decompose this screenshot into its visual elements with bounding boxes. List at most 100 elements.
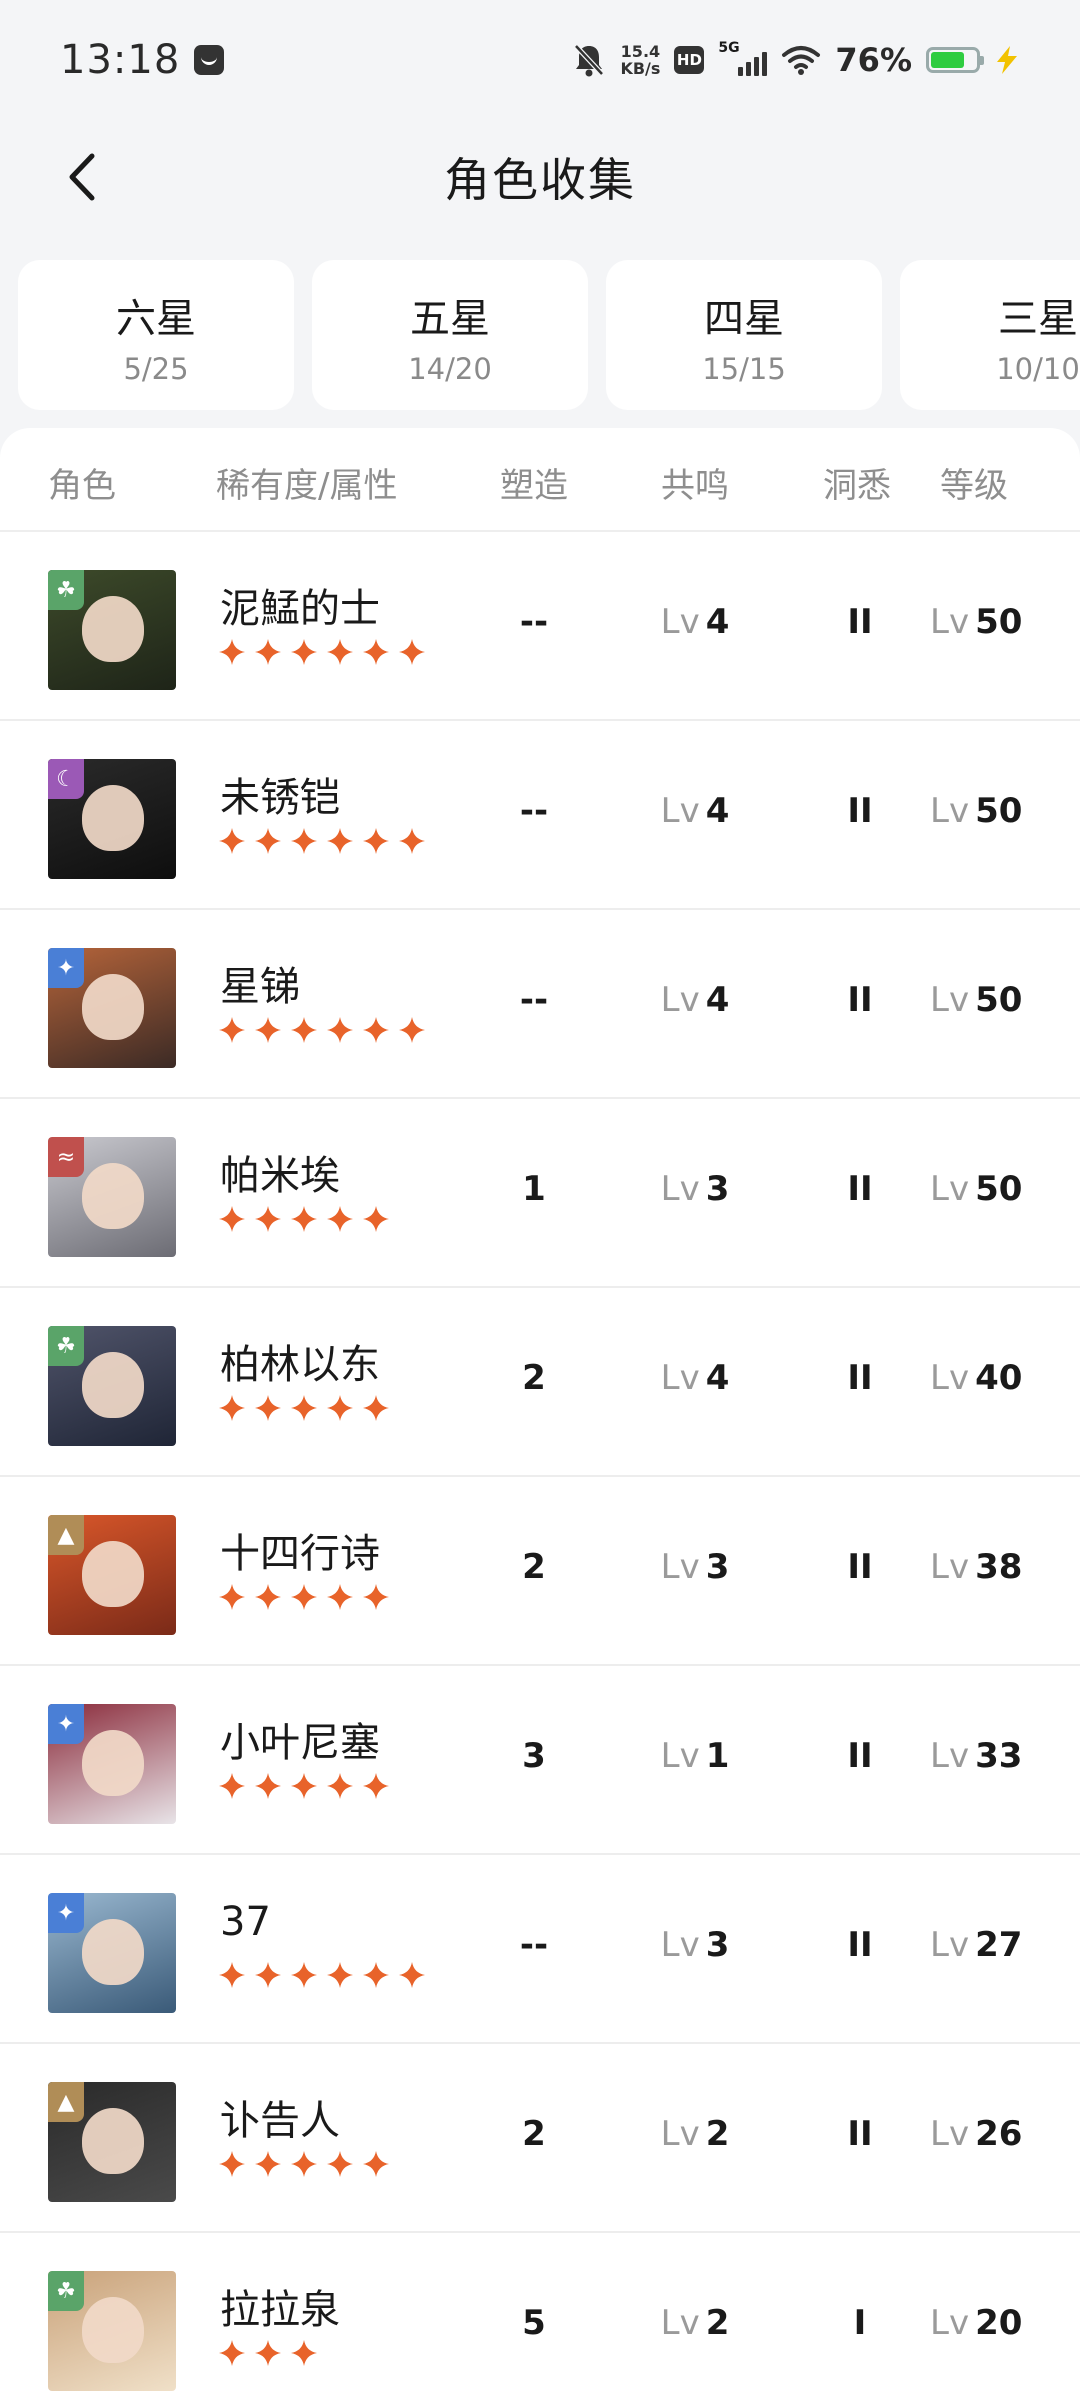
shaping-value: -- xyxy=(519,1925,549,1965)
star-icon xyxy=(399,1017,425,1043)
table-row[interactable]: ▲ 十四行诗 2 Lv 3 II Lv 38 xyxy=(0,1477,1080,1666)
star-icon xyxy=(255,1017,281,1043)
signal-label: 5G xyxy=(718,40,740,56)
net-speed-value: 15.4 xyxy=(620,42,661,61)
star-icon xyxy=(255,1206,281,1232)
star-icon xyxy=(255,2151,281,2177)
tab-count: 15/15 xyxy=(702,352,786,386)
character-name: 泥鯭的士 xyxy=(220,586,380,632)
rarity-stars xyxy=(218,1583,390,1611)
star-icon xyxy=(291,1395,317,1421)
star-icon xyxy=(363,1206,389,1232)
shaping-value: 2 xyxy=(522,1358,546,1398)
moon-icon: ☾ xyxy=(48,759,84,799)
tab-three-star[interactable]: 三星 10/10 xyxy=(900,260,1080,410)
resonance-value: Lv 2 xyxy=(660,2114,730,2154)
level-value: Lv 26 xyxy=(930,2114,1023,2154)
star-icon xyxy=(399,639,425,665)
star-icon xyxy=(363,1017,389,1043)
rarity-stars xyxy=(218,1961,426,1989)
star-icon xyxy=(327,1773,353,1799)
tab-count: 10/10 xyxy=(996,352,1080,386)
star-icon xyxy=(363,1584,389,1610)
star-icon xyxy=(255,828,281,854)
resonance-value: Lv 4 xyxy=(660,602,730,642)
star-icon xyxy=(255,1773,281,1799)
character-name: 小叶尼塞 xyxy=(220,1720,380,1766)
star-icon xyxy=(219,639,245,665)
character-avatar: ✦ xyxy=(48,1893,176,2013)
status-icons: 15.4 KB/s HD 5G 76% xyxy=(572,40,1020,79)
table-row[interactable]: ≈ 帕米埃 1 Lv 3 II Lv 50 xyxy=(0,1099,1080,1288)
star-icon xyxy=(255,1395,281,1421)
table-row[interactable]: ☘ 柏林以东 2 Lv 4 II Lv 40 xyxy=(0,1288,1080,1477)
header-level: 等级 xyxy=(940,466,1008,506)
battery-percent: 76% xyxy=(835,41,912,79)
rarity-stars xyxy=(218,638,426,666)
insight-value: II xyxy=(847,1736,873,1776)
character-avatar: ≈ xyxy=(48,1137,176,1257)
star-icon xyxy=(327,1395,353,1421)
star-icon xyxy=(327,1584,353,1610)
star-icon xyxy=(255,2340,281,2366)
star-icon xyxy=(255,1962,281,1988)
character-name: 帕米埃 xyxy=(220,1153,340,1199)
level-value: Lv 50 xyxy=(930,980,1023,1020)
character-name: 柏林以东 xyxy=(220,1342,380,1388)
rarity-stars xyxy=(218,827,426,855)
insight-value: II xyxy=(847,1925,873,1965)
net-speed: 15.4 KB/s xyxy=(620,43,660,77)
level-value: Lv 50 xyxy=(930,1169,1023,1209)
leaf-icon: ☘ xyxy=(48,1326,84,1366)
level-value: Lv 50 xyxy=(930,791,1023,831)
level-value: Lv 20 xyxy=(930,2303,1023,2343)
header-shaping: 塑造 xyxy=(500,466,568,506)
star-icon xyxy=(219,1584,245,1610)
star-icon xyxy=(291,1017,317,1043)
table-row[interactable]: ✦ 星锑 -- Lv 4 II Lv 50 xyxy=(0,910,1080,1099)
header-character: 角色 xyxy=(48,466,116,506)
shaping-value: 5 xyxy=(522,2303,546,2343)
shaping-value: -- xyxy=(519,602,549,642)
star-icon xyxy=(219,2151,245,2177)
star-icon xyxy=(363,2151,389,2177)
character-name: 十四行诗 xyxy=(220,1531,380,1577)
table-row[interactable]: ☘ 泥鯭的士 -- Lv 4 II Lv 50 xyxy=(0,532,1080,721)
level-value: Lv 40 xyxy=(930,1358,1023,1398)
level-value: Lv 27 xyxy=(930,1925,1023,1965)
insight-value: II xyxy=(847,791,873,831)
tab-five-star[interactable]: 五星 14/20 xyxy=(312,260,588,410)
star-icon xyxy=(327,639,353,665)
resonance-value: Lv 4 xyxy=(660,791,730,831)
table-row[interactable]: ☘ 拉拉泉 5 Lv 2 I Lv 20 xyxy=(0,2233,1080,2400)
tab-four-star[interactable]: 四星 15/15 xyxy=(606,260,882,410)
header-insight: 洞悉 xyxy=(823,466,891,506)
status-bar: 13:18 15.4 KB/s HD 5G 76% xyxy=(0,0,1080,120)
rarity-stars xyxy=(218,1205,390,1233)
rarity-stars xyxy=(218,1772,390,1800)
table-row[interactable]: ☾ 未锈铠 -- Lv 4 II Lv 50 xyxy=(0,721,1080,910)
tab-six-star[interactable]: 六星 5/25 xyxy=(18,260,294,410)
table-row[interactable]: ▲ 讣告人 2 Lv 2 II Lv 26 xyxy=(0,2044,1080,2233)
table-row[interactable]: ✦ 37 -- Lv 3 II Lv 27 xyxy=(0,1855,1080,2044)
star-icon xyxy=(219,2340,245,2366)
star-icon xyxy=(219,828,245,854)
star-icon xyxy=(327,2151,353,2177)
shaping-value: 1 xyxy=(522,1169,546,1209)
rarity-tabs: 六星 5/25 五星 14/20 四星 15/15 三星 10/10 xyxy=(18,260,1080,412)
character-avatar: ✦ xyxy=(48,1704,176,1824)
leaf-icon: ☘ xyxy=(48,570,84,610)
hd-icon: HD xyxy=(674,46,705,74)
star-icon xyxy=(219,1395,245,1421)
page-title: 角色收集 xyxy=(444,153,636,207)
resonance-value: Lv 4 xyxy=(660,980,730,1020)
insight-value: II xyxy=(847,2114,873,2154)
star-icon xyxy=(327,1017,353,1043)
insight-value: II xyxy=(847,1169,873,1209)
star-icon xyxy=(291,1206,317,1232)
table-body: ☘ 泥鯭的士 -- Lv 4 II Lv 50 ☾ 未锈铠 -- Lv 4 II Lv 50 ✦ 星锑 -- Lv 4 I… xyxy=(0,532,1080,2400)
table-row[interactable]: ✦ 小叶尼塞 3 Lv 1 II Lv 33 xyxy=(0,1666,1080,1855)
insight-value: II xyxy=(847,1358,873,1398)
tab-label: 五星 xyxy=(410,296,490,342)
star-icon xyxy=(291,1962,317,1988)
